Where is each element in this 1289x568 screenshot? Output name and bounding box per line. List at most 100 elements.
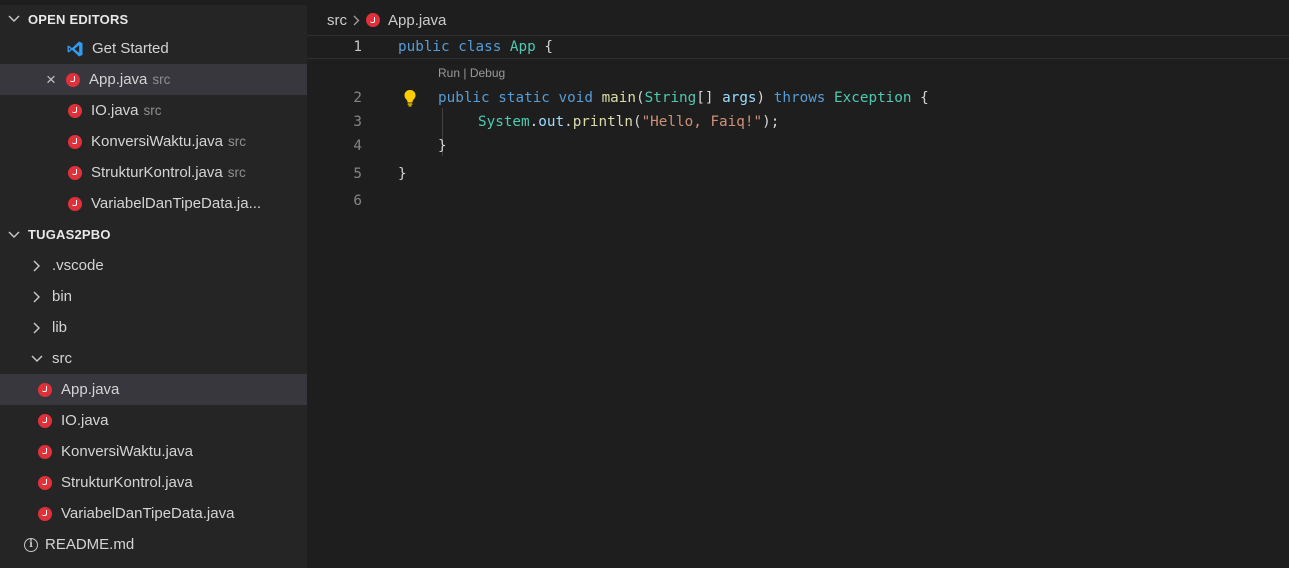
open-editors-header[interactable]: OPEN EDITORS <box>0 5 307 33</box>
code-token: { <box>535 39 553 55</box>
code-text: System.out.println("Hello, Faiq!"); <box>478 114 779 130</box>
chevron-right-icon <box>30 322 44 334</box>
open-editor-strukturkontrol-java[interactable]: StrukturKontrol.java src <box>0 157 307 188</box>
open-editor-label: Get Started <box>92 40 169 57</box>
project-folder-header[interactable]: TUGAS2PBO <box>0 219 307 250</box>
line-number: 2 <box>353 90 362 106</box>
file-io-java[interactable]: IO.java <box>0 405 307 436</box>
code-token: out <box>538 114 565 130</box>
file-konversiwaktu-java[interactable]: KonversiWaktu.java <box>0 436 307 467</box>
code-token: "Hello, Faiq!" <box>641 114 763 130</box>
open-editor-label: KonversiWaktu.java <box>91 133 223 150</box>
code-token: App <box>509 39 536 55</box>
code-line[interactable]: 4 } <box>307 134 1289 158</box>
open-editor-konversiwaktu-java[interactable]: KonversiWaktu.java src <box>0 126 307 157</box>
file-label: VariabelDanTipeData.java <box>61 505 235 522</box>
open-editor-desc: src <box>227 165 246 180</box>
java-icon <box>38 506 52 521</box>
chevron-right-icon <box>30 260 44 272</box>
file-label: IO.java <box>61 412 109 429</box>
open-editor-label: VariabelDanTipeData.ja... <box>91 195 262 212</box>
java-icon <box>68 196 82 211</box>
code-token: main <box>601 90 637 106</box>
code-token: { <box>911 90 929 106</box>
breadcrumb-folder[interactable]: src <box>327 12 347 29</box>
file-variabeldantipedata-java[interactable]: VariabelDanTipeData.java <box>0 498 307 529</box>
codelens-separator: | <box>460 66 470 80</box>
java-icon <box>38 413 52 428</box>
folder-label: src <box>52 350 72 367</box>
chevron-down-icon <box>8 15 22 23</box>
code-token: [] <box>696 90 723 106</box>
chevron-down-icon <box>30 355 44 363</box>
code-text: public static void main(String[] args) t… <box>438 90 929 106</box>
java-icon <box>38 382 52 397</box>
open-editor-desc: src <box>143 103 162 118</box>
code-text: public class App { <box>398 39 553 55</box>
code-line[interactable]: 6 <box>307 189 1289 213</box>
file-label: KonversiWaktu.java <box>61 443 193 460</box>
file-app-java[interactable]: App.java <box>0 374 307 405</box>
java-icon <box>68 165 82 180</box>
file-strukturkontrol-java[interactable]: StrukturKontrol.java <box>0 467 307 498</box>
code-token: public <box>398 39 450 55</box>
code-line[interactable]: 3 System.out.println("Hello, Faiq!"); <box>307 110 1289 134</box>
file-readme-md[interactable]: i README.md <box>0 529 307 560</box>
code-text: } <box>398 166 407 182</box>
code-line[interactable]: 5 } <box>307 162 1289 186</box>
folder-bin[interactable]: bin <box>0 281 307 312</box>
line-number: 1 <box>353 39 362 55</box>
folder-label: lib <box>52 319 68 336</box>
java-icon <box>68 134 82 149</box>
code-token: ); <box>762 114 780 130</box>
java-icon <box>68 103 82 118</box>
open-editor-get-started[interactable]: Get Started <box>0 33 307 64</box>
code-line[interactable]: 1 public class App { <box>307 35 1289 59</box>
line-number: 4 <box>353 138 362 154</box>
info-icon: i <box>24 537 38 552</box>
open-editor-desc: src <box>152 72 171 87</box>
open-editor-io-java[interactable]: IO.java src <box>0 95 307 126</box>
code-token: throws <box>773 90 826 106</box>
explorer-sidebar: OPEN EDITORS Get Started × App.java src … <box>0 5 307 568</box>
open-editor-variabeldantipedata-java[interactable]: VariabelDanTipeData.ja... <box>0 188 307 219</box>
line-number: 6 <box>353 193 362 209</box>
code-editor[interactable]: src App.java 1 public class App { Run | … <box>307 0 1289 568</box>
line-number: 3 <box>353 114 362 130</box>
file-label: App.java <box>61 381 120 398</box>
open-editor-app-java[interactable]: × App.java src <box>0 64 307 95</box>
open-editor-label: App.java <box>89 71 148 88</box>
java-icon <box>38 444 52 459</box>
code-token: Exception <box>834 90 912 106</box>
code-token: System <box>478 114 530 130</box>
breadcrumb-file[interactable]: App.java <box>388 12 446 29</box>
code-text: } <box>438 138 447 154</box>
folder-vscode[interactable]: .vscode <box>0 250 307 281</box>
folder-lib[interactable]: lib <box>0 312 307 343</box>
close-icon[interactable]: × <box>44 71 58 88</box>
code-token: . <box>529 114 539 130</box>
code-token: } <box>398 166 407 182</box>
file-label: StrukturKontrol.java <box>61 474 193 491</box>
chevron-right-icon <box>30 291 44 303</box>
code-token: ) <box>756 90 774 106</box>
java-icon <box>38 475 52 490</box>
java-icon <box>66 72 80 87</box>
code-line[interactable]: 2 public static void main(String[] args)… <box>307 86 1289 110</box>
folder-src[interactable]: src <box>0 343 307 374</box>
code-token: String <box>644 90 697 106</box>
chevron-down-icon <box>8 231 22 239</box>
vscode-icon <box>67 41 83 56</box>
java-icon <box>366 13 380 27</box>
code-token: ( <box>632 114 642 130</box>
code-token: class <box>458 39 502 55</box>
codelens-run-link[interactable]: Run <box>438 66 460 80</box>
open-editor-label: StrukturKontrol.java <box>91 164 223 181</box>
open-editor-label: IO.java <box>91 102 139 119</box>
codelens-debug-link[interactable]: Debug <box>470 66 505 80</box>
